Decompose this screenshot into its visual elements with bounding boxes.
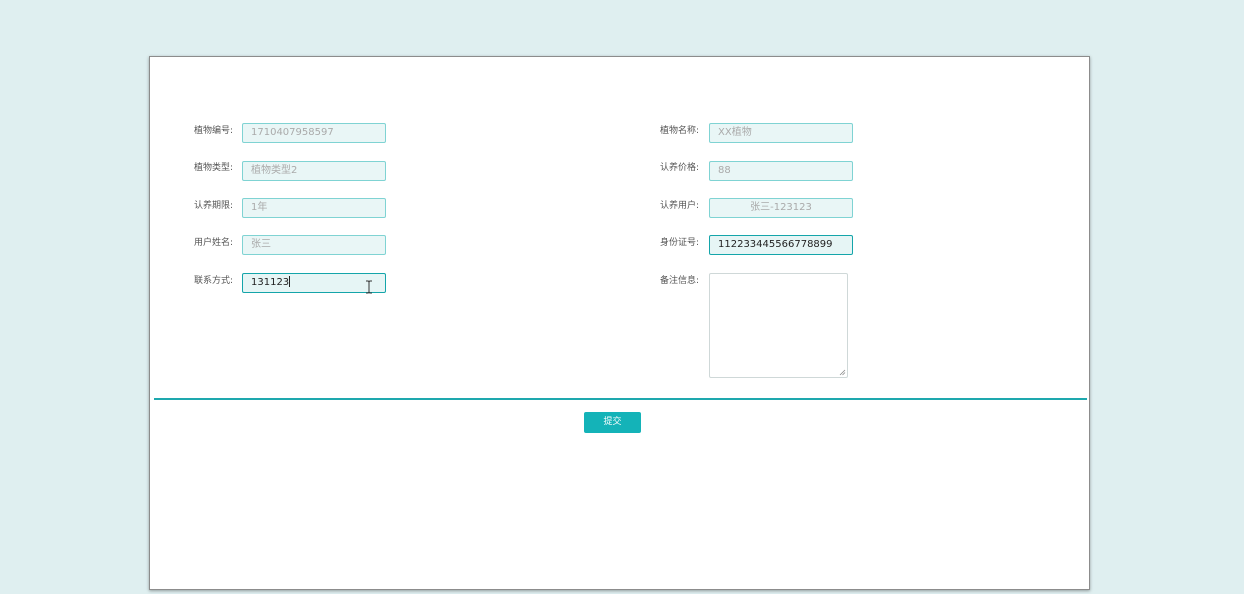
plant-type-field[interactable]: 植物类型2: [242, 161, 386, 181]
remarks-label: 备注信息:: [660, 276, 700, 286]
plant-name-field[interactable]: XX植物: [709, 123, 853, 143]
adoption-price-field[interactable]: 88: [709, 161, 853, 181]
remarks-textarea[interactable]: [709, 273, 848, 378]
contact-field-value: 131123: [251, 277, 290, 288]
user-name-field[interactable]: 张三: [242, 235, 386, 255]
user-name-label: 用户姓名:: [194, 238, 234, 248]
plant-type-label: 植物类型:: [194, 163, 234, 173]
adoption-period-label: 认养期限:: [194, 201, 234, 211]
plant-id-label: 植物编号:: [194, 126, 234, 136]
id-number-field[interactable]: 112233445566778899: [709, 235, 853, 255]
section-divider: [154, 398, 1087, 400]
contact-label: 联系方式:: [194, 276, 234, 286]
plant-id-field[interactable]: 1710407958597: [242, 123, 386, 143]
text-caret: [289, 276, 291, 287]
id-number-label: 身份证号:: [660, 238, 700, 248]
adoption-user-label: 认养用户:: [660, 201, 700, 211]
adoption-period-field[interactable]: 1年: [242, 198, 386, 218]
adoption-user-select[interactable]: 张三-123123: [709, 198, 853, 218]
text-cursor-icon: [366, 280, 372, 294]
form-panel: 植物编号: 1710407958597 植物类型: 植物类型2 认养期限: 1年…: [149, 56, 1090, 590]
adoption-price-label: 认养价格:: [660, 163, 700, 173]
plant-name-label: 植物名称:: [660, 126, 700, 136]
resize-grip-icon[interactable]: [839, 369, 846, 376]
submit-button[interactable]: 提交: [584, 412, 641, 433]
